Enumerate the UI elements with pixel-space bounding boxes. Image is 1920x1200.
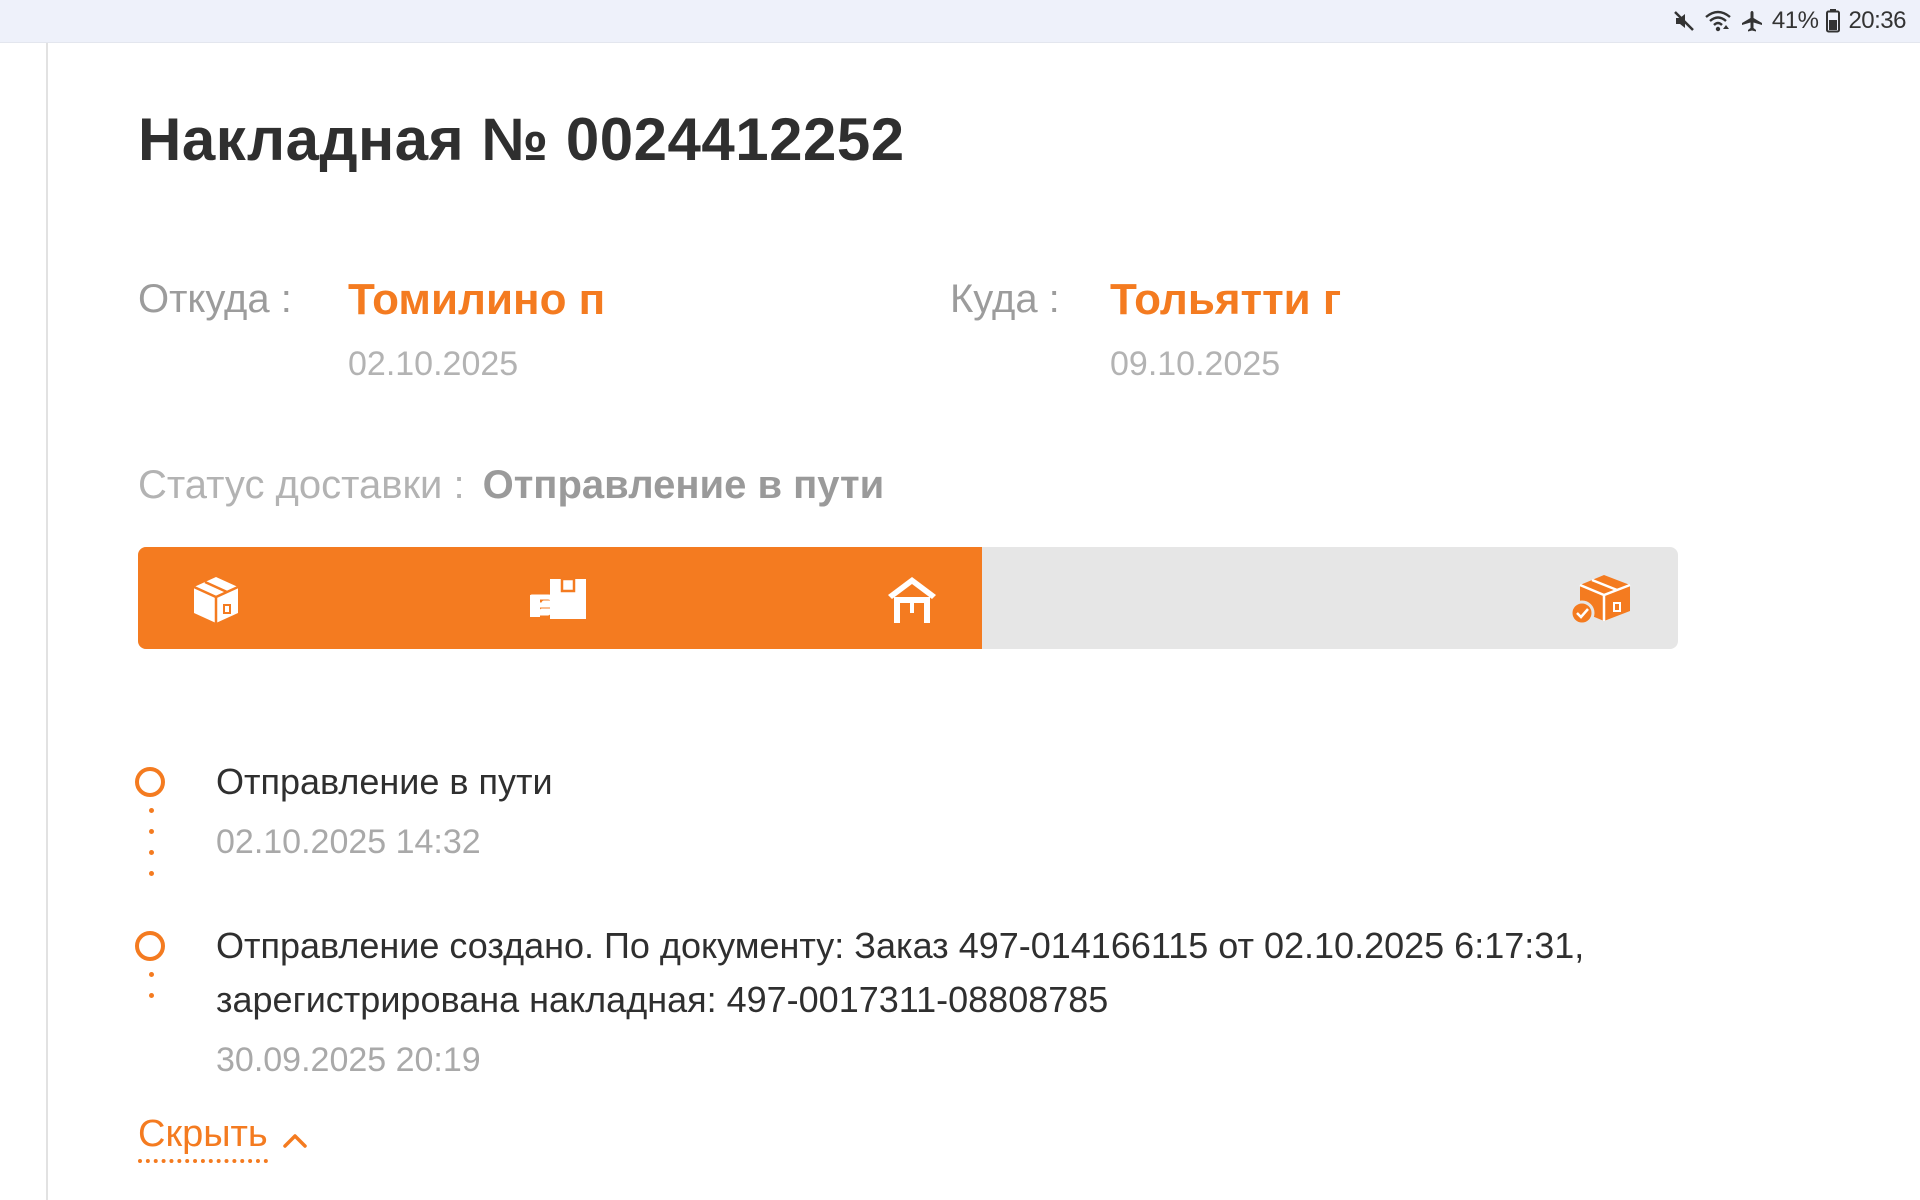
wifi-icon <box>1704 9 1732 33</box>
delivered-package-icon <box>1569 571 1631 627</box>
timeline-event-title-line1: Отправление создано. По документу: Заказ… <box>216 925 1585 966</box>
mute-icon <box>1672 9 1696 33</box>
timeline-marker <box>135 931 165 961</box>
battery-percent: 41% <box>1771 7 1819 34</box>
timeline-marker <box>135 767 165 797</box>
delivery-status-value: Отправление в пути <box>482 463 885 507</box>
chevron-up-icon <box>282 1116 308 1159</box>
delivery-status: Статус доставки : Отправление в пути <box>138 463 884 508</box>
system-status-bar: 41% 20:36 <box>0 0 1920 43</box>
waybill-title: Накладная № 0024412252 <box>138 106 905 173</box>
timeline-connector <box>149 972 154 1014</box>
from-city: Томилино п <box>348 275 606 324</box>
timeline-event-title: Отправление создано. По документу: Заказ… <box>216 919 1696 1027</box>
to-date: 09.10.2025 <box>1110 345 1281 383</box>
timeline-event-time: 02.10.2025 14:32 <box>216 823 481 861</box>
timeline-event-title-line2: зарегистрирована накладная: 497-0017311-… <box>216 979 1109 1020</box>
from-date: 02.10.2025 <box>348 345 519 383</box>
package-icon <box>188 571 244 627</box>
to-label: Куда : <box>950 277 1060 321</box>
warehouse-icon <box>884 571 940 627</box>
hide-details-label: Скрыть <box>138 1111 268 1163</box>
delivery-status-label: Статус доставки : <box>138 463 465 507</box>
status-bar-right: 41% 20:36 <box>1672 6 1906 36</box>
battery-icon <box>1826 9 1841 33</box>
timeline-event-time: 30.09.2025 20:19 <box>216 1041 481 1079</box>
hide-details-link[interactable]: Скрыть <box>138 1111 308 1163</box>
timeline-connector <box>149 808 154 892</box>
clock-time: 20:36 <box>1848 7 1906 34</box>
timeline-event-title: Отправление в пути <box>216 761 553 802</box>
to-city: Тольятти г <box>1110 275 1342 324</box>
delivery-progress-bar <box>138 547 1678 649</box>
from-label: Откуда : <box>138 277 292 321</box>
package-handover-icon <box>529 571 586 627</box>
left-divider <box>46 43 48 1200</box>
airplane-icon <box>1740 9 1764 33</box>
